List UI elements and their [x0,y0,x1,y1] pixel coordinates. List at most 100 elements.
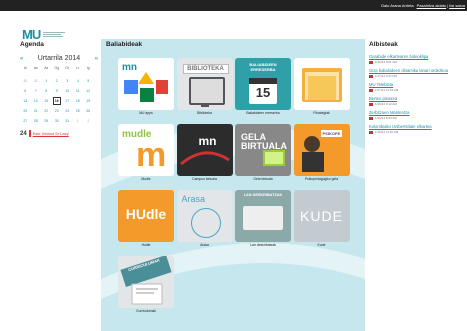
news-item: MU Telebista 1/17/14 11:52 AM [369,82,467,92]
calendar-day[interactable]: 11 [73,86,84,96]
calendar-day[interactable]: 10 [62,86,73,96]
tile-curriculumak[interactable]: CURRICULUMAK Curriculumak [118,256,174,314]
news-date: 1/16/14 8:43 AM [369,116,467,120]
calendar-day[interactable]: 27 [20,116,31,126]
university-logo[interactable]: MU [22,28,66,41]
calendar-day[interactable]: 28 [31,116,42,126]
calendar-day[interactable]: 30 [20,76,31,86]
tile-caption: Lan deskribatzak [250,243,276,247]
calendar-day[interactable]: 20 [20,106,31,116]
calendar-day[interactable]: 30 [52,116,63,126]
prev-month-icon[interactable]: « [20,56,23,62]
news-item: Kolombiako Unibertsitate elkartea 1/15/14… [369,124,467,134]
tile-lan-deskribatzak[interactable]: LAN DESKRIBATZAK Lan deskribatzak [235,190,291,248]
calendar-day[interactable]: 2 [52,76,63,86]
event-day: 24 [20,130,27,137]
news-link[interactable]: MU Telebista [369,82,467,87]
tile-fitxategiak[interactable]: Fitxategiak [293,58,350,116]
calendar-day[interactable]: 15 [41,96,52,106]
calendar-day[interactable]: 7 [31,86,42,96]
news-date-text: 1/16/14 9:12 AM [375,102,397,106]
calendar-day[interactable]: 2 [83,116,94,126]
documents-icon [131,283,163,305]
tile-caption: Psikopedagogiko gela [304,177,339,181]
calendar-day[interactable]: 25 [73,106,84,116]
calendar-day[interactable]: 29 [41,116,52,126]
tile-baliabideen-erreserba[interactable]: BALIABIDEEN ERRESERBA 15 Baliabideen err… [235,58,291,116]
monitor-icon [188,77,225,105]
calendar-icon [369,116,373,120]
news-item: Garabide elkartearen bideoklipa 1/20/14 8… [369,54,467,64]
tile-gela-birtuala[interactable]: GELA BIRTUALA Gela birtuala [235,124,291,182]
news-link[interactable]: Kolombiako Unibertsitate elkartea [369,124,467,129]
calendar-day[interactable]: 22 [41,106,52,116]
tile-mudle[interactable]: mudle m Mudle [118,124,174,182]
monitor-stand-icon [200,103,209,107]
tile-psikopedagogiko-gela[interactable]: PSIKOPE Psikopedagogiko gela [293,124,350,182]
tile-mu-apps[interactable]: mn MU apps [118,58,174,116]
next-month-icon[interactable]: » [95,56,98,62]
calendar-header: « Urtarrila 2014 » [20,55,98,62]
tile-caption: Curriculumak [136,309,156,313]
calendar-day[interactable]: 19 [83,96,94,106]
news-date-text: 1/15/14 11:20 AM [375,130,399,134]
calendar-day-today[interactable]: 16 [52,96,63,106]
calendar-day[interactable]: 31 [62,116,73,126]
mudle-image: mudle m [118,124,174,176]
calendar-day[interactable]: 21 [31,106,42,116]
calendar-day[interactable]: 17 [62,96,73,106]
news-link[interactable]: Zerbitzuen Mantentza [369,110,467,115]
calendar-day[interactable]: 1 [73,116,84,126]
kude-logo-text: KUDE [300,208,343,224]
mudle-m-icon: m [136,136,167,174]
tile-biblioteka[interactable]: BIBLIOTEKA Biblioteka [176,58,233,116]
tile-campus-birtuala[interactable]: mn Campus birtuala [176,124,233,182]
calendar-day[interactable]: 13 [20,96,31,106]
psiko-label: PSIKOPE [320,130,343,137]
calendar-day[interactable]: 24 [62,106,73,116]
calendar-icon [369,88,373,92]
news-date: 1/17/14 11:52 AM [369,88,467,92]
tile-hudle[interactable]: HUdle Hudle [118,190,174,248]
calendar-day[interactable]: 31 [31,76,42,86]
psiko-image: PSIKOPE [293,124,350,176]
calendar-day[interactable]: 23 [52,106,63,116]
calendar-day[interactable]: 14 [31,96,42,106]
calendar-day[interactable]: 4 [73,76,84,86]
campus-image: mn [176,124,233,176]
calendar-day[interactable]: 5 [83,76,94,86]
logout-link[interactable]: Itxi saioa [449,3,465,8]
tile-caption: Mudle [141,177,151,181]
resource-tiles: mn MU apps BIBLIOTEKA Biblioteka BALIABI… [118,58,350,314]
calendar-day[interactable]: 6 [20,86,31,96]
tile-caption: Gela birtuala [253,177,273,181]
calendar-day[interactable]: 3 [62,76,73,86]
change-password-link[interactable]: Pasahitza aldatu [417,3,447,8]
news-date-text: 1/20/14 8:01 AM [375,60,397,64]
weekday-header: Al [23,66,27,70]
tile-caption: Biblioteka [197,111,212,115]
tile-arasa[interactable]: Arasa Arasa [176,190,233,248]
news-link[interactable]: Berteo pinaxea [369,96,467,101]
calendar-day[interactable]: 1 [41,76,52,86]
news-link[interactable]: Giza baliabideen dinamika lanari ordezko… [369,68,467,73]
event-link[interactable]: Eskr Ireland Sr Lacy [33,131,69,136]
news-date: 1/20/14 8:01 AM [369,60,467,64]
tile-caption: Hudle [141,243,151,247]
news-date-text: 1/17/14 3:47 PM [375,74,398,78]
event-marker [28,130,31,137]
calendar-icon: 15 [249,78,277,104]
weekday-header: Lr [76,66,80,70]
news-item: Zerbitzuen Mantentza 1/16/14 8:43 AM [369,110,467,120]
calendar-day[interactable]: 18 [73,96,84,106]
tile-kude[interactable]: KUDE Kude [293,190,350,248]
calendar-day[interactable]: 12 [83,86,94,96]
calendar-day[interactable]: 8 [41,86,52,96]
arasa-image: Arasa [176,190,233,242]
id-card-icon [243,206,283,230]
calendar-day[interactable]: 26 [83,106,94,116]
arasa-logo-text: Arasa [181,194,206,204]
calendar-day[interactable]: 9 [52,86,63,96]
news-link[interactable]: Garabide elkartearen bideoklipa [369,54,467,59]
tile-caption: Fitxategiak [313,111,330,115]
